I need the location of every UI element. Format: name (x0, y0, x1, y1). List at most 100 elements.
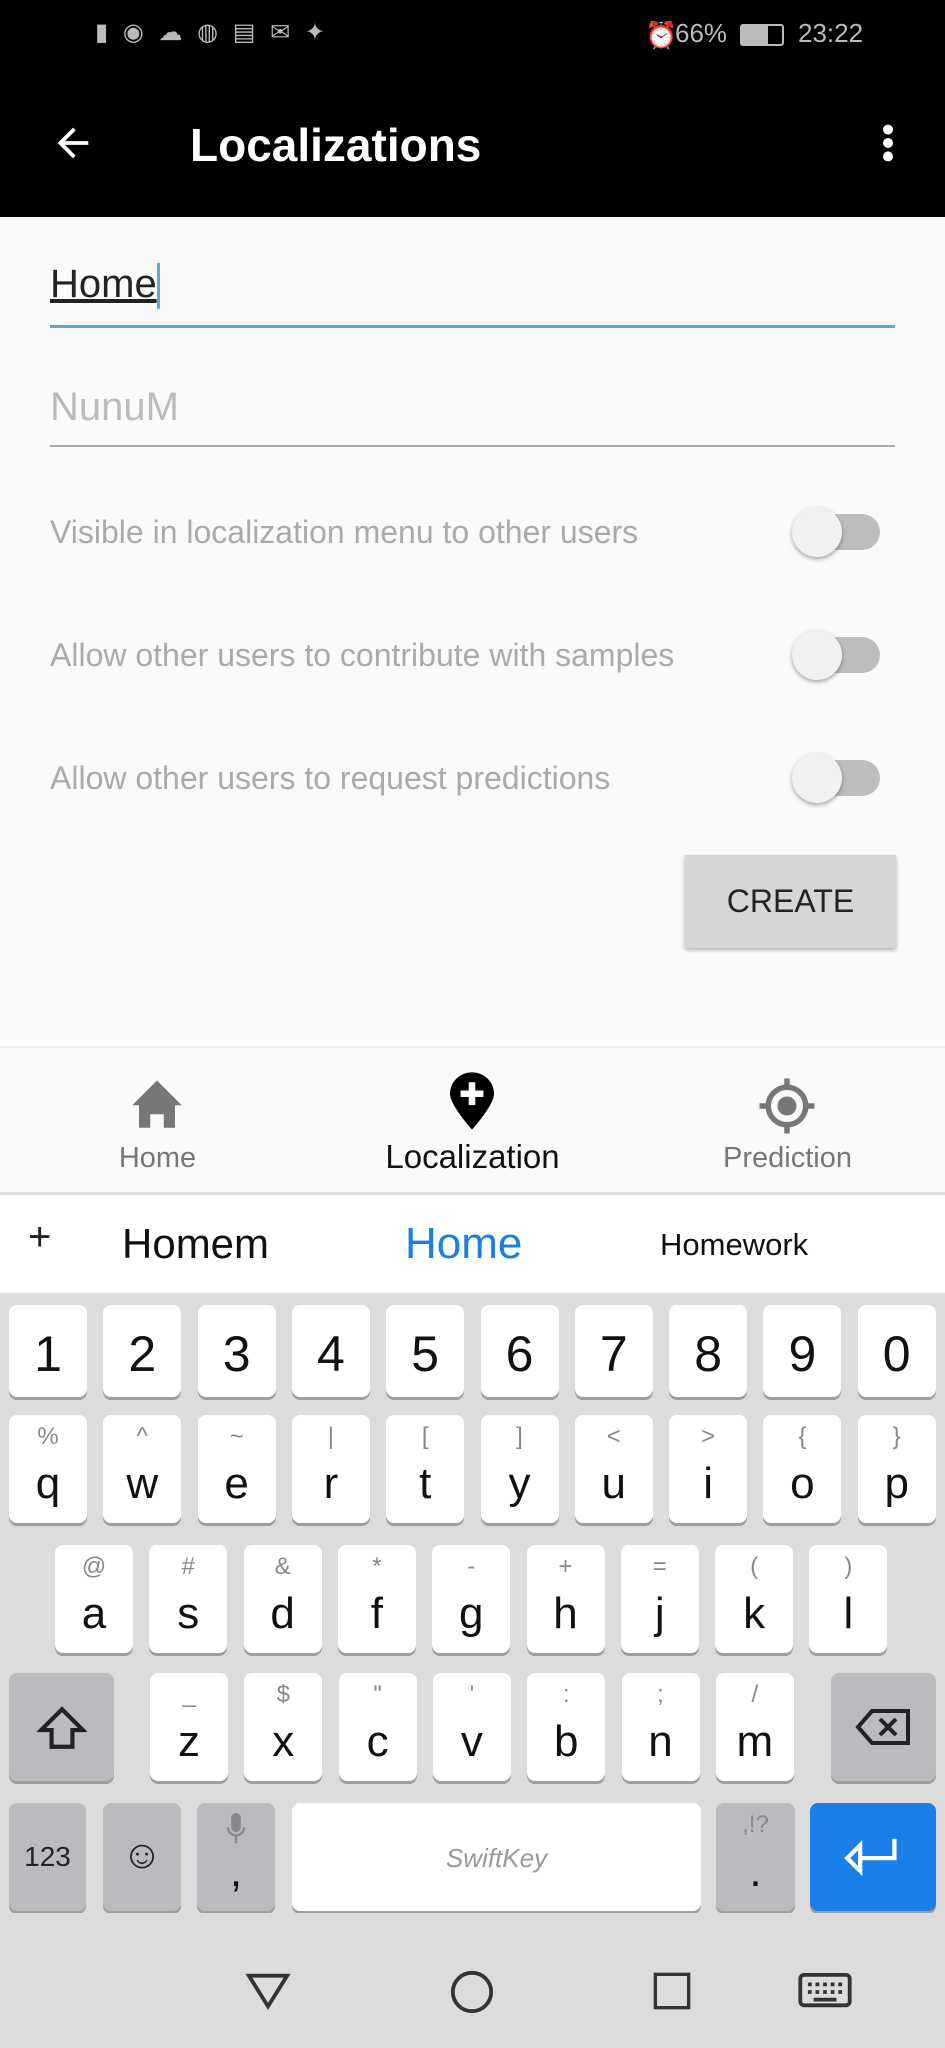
key-t[interactable]: [t (386, 1415, 465, 1523)
toggle-row-visible: Visible in localization menu to other us… (50, 502, 880, 562)
key-label: s (177, 1589, 200, 1638)
backspace-key[interactable] (831, 1673, 936, 1781)
key-m[interactable]: / m (715, 1673, 794, 1781)
suggestion-right[interactable]: Homework (660, 1227, 808, 1263)
microphone-icon (226, 1813, 246, 1844)
recents-square-icon[interactable] (652, 1971, 692, 2011)
key-label: b (553, 1717, 579, 1766)
smiley-icon: ☺ (121, 1833, 163, 1877)
key-0[interactable]: 0 (857, 1305, 936, 1397)
space-bar[interactable]: SwiftKey (292, 1803, 701, 1911)
visible-switch[interactable] (792, 507, 880, 557)
period-key[interactable]: ,!?. (716, 1803, 795, 1911)
key-alt-label: ) (844, 1553, 853, 1580)
symbols-key[interactable]: 123 (9, 1803, 86, 1911)
key-i[interactable]: > i (669, 1415, 748, 1523)
key-o[interactable]: {o (763, 1415, 842, 1523)
shift-key[interactable] (9, 1673, 114, 1781)
key-alt-label: > (701, 1423, 716, 1450)
contribute-switch[interactable] (792, 630, 880, 680)
key-alt-label: < (606, 1423, 621, 1450)
key-9[interactable]: 9 (763, 1305, 842, 1397)
predictions-switch[interactable] (792, 753, 880, 803)
nav-item-localization[interactable]: Localization (315, 1048, 630, 1194)
key-f[interactable]: * f (337, 1545, 416, 1653)
key-h[interactable]: + h (526, 1545, 605, 1653)
comma-key[interactable]: , (197, 1803, 275, 1911)
key-label: v (460, 1717, 483, 1766)
key-l[interactable]: ) l (809, 1545, 888, 1653)
key-w[interactable]: ^ w (103, 1415, 182, 1523)
key-n[interactable]: ; n (621, 1673, 700, 1781)
back-arrow-icon[interactable] (50, 120, 96, 166)
key-j[interactable]: = j (620, 1545, 699, 1653)
key-label: c (366, 1717, 389, 1766)
shift-icon (35, 1706, 88, 1749)
home-circle-icon[interactable] (449, 1969, 495, 2015)
key-label: 6 (505, 1326, 534, 1382)
key-u[interactable]: < u (574, 1415, 653, 1523)
nav-item-home[interactable]: Home (0, 1048, 315, 1194)
key-label: a (81, 1589, 107, 1638)
key-label: y (508, 1459, 531, 1508)
key-2[interactable]: 2 (103, 1305, 182, 1397)
key-label: i (703, 1459, 713, 1508)
description-input[interactable]: NunuM (50, 385, 895, 447)
key-g[interactable]: -g (432, 1545, 511, 1653)
key-a[interactable]: @ a (55, 1545, 133, 1653)
key-4[interactable]: 4 (291, 1305, 370, 1397)
keyboard: 1 2 3 4 5 6 7 8 9 0% q ^ w ~ e | r[t] y < u > i{o} p @ a # s & d * f - g… (0, 1293, 945, 1913)
key-p[interactable]: } p (857, 1415, 936, 1523)
key-label: 9 (788, 1326, 817, 1382)
back-triangle-icon[interactable] (245, 1971, 291, 2011)
key-label: n (648, 1717, 673, 1766)
key-d[interactable]: & d (243, 1545, 322, 1653)
key-alt-label: | (327, 1423, 334, 1450)
key-label: j (654, 1589, 665, 1638)
nav-item-prediction[interactable]: Prediction (630, 1048, 945, 1194)
key-s[interactable]: # s (149, 1545, 228, 1653)
suggestion-center[interactable]: Home (405, 1219, 522, 1269)
key-label: 0 (882, 1326, 911, 1382)
key-c[interactable]: " c (338, 1673, 417, 1781)
key-r[interactable]: | r (291, 1415, 370, 1523)
key-k[interactable]: (k (715, 1545, 794, 1653)
emoji-key[interactable]: ☺ (103, 1803, 181, 1911)
target-icon (759, 1078, 815, 1134)
key-alt-label: - (467, 1553, 476, 1580)
key-label: 3 (222, 1326, 251, 1382)
add-location-icon (450, 1072, 494, 1130)
key-alt-label: @ (81, 1553, 107, 1580)
key-label: e (224, 1459, 249, 1508)
name-input[interactable]: Home (50, 262, 895, 328)
keyboard-switch-icon[interactable] (798, 1973, 852, 2011)
key-5[interactable]: 5 (386, 1305, 465, 1397)
suggestion-left[interactable]: Homem (122, 1220, 269, 1268)
key-3[interactable]: 3 (197, 1305, 276, 1397)
key-v[interactable]: ' v (432, 1673, 511, 1781)
key-label: t (419, 1459, 432, 1508)
add-word-icon[interactable]: + (28, 1215, 51, 1260)
key-8[interactable]: 8 (669, 1305, 748, 1397)
key-alt-label: ,!? (742, 1811, 769, 1838)
key-1[interactable]: 1 (9, 1305, 87, 1397)
key-z[interactable]: _ z (150, 1673, 228, 1781)
key-q[interactable]: % q (9, 1415, 87, 1523)
key-alt-label: $ (276, 1681, 290, 1708)
battery-icon (740, 24, 784, 46)
key-6[interactable]: 6 (480, 1305, 559, 1397)
key-7[interactable]: 7 (574, 1305, 653, 1397)
key-label: 1 (34, 1326, 62, 1382)
key-e[interactable]: ~ e (197, 1415, 276, 1523)
enter-key[interactable] (810, 1803, 936, 1911)
key-alt-label: ; (657, 1681, 664, 1708)
key-y[interactable]: ] y (480, 1415, 559, 1523)
key-label: 4 (316, 1326, 345, 1382)
create-button[interactable]: CREATE (685, 855, 896, 948)
key-alt-label: } (892, 1423, 901, 1450)
overflow-menu-icon[interactable] (870, 120, 906, 166)
key-alt-label: / (751, 1681, 759, 1708)
key-b[interactable]: :b (527, 1673, 606, 1781)
key-label: u (601, 1459, 627, 1508)
key-x[interactable]: $ x (244, 1673, 323, 1781)
